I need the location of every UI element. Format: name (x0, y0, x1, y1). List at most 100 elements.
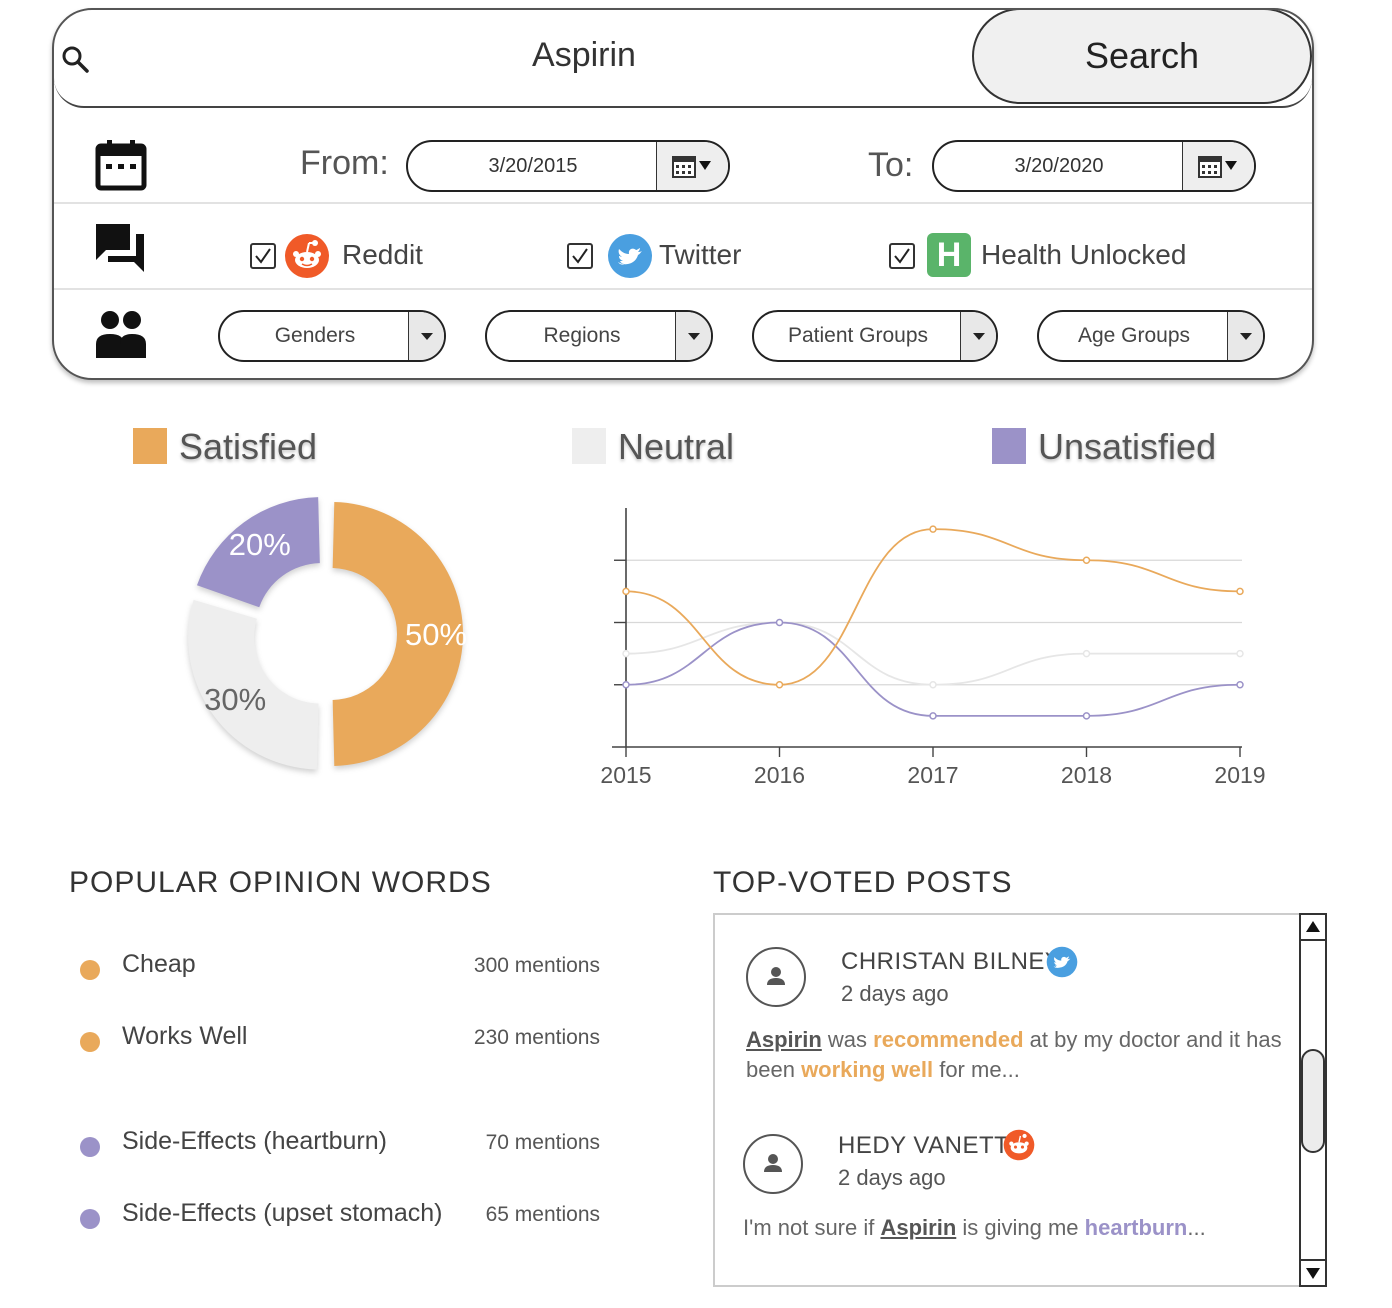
from-date-field[interactable]: 3/20/2015 (406, 140, 730, 192)
opinion-word-item[interactable]: Cheap 300 mentions (80, 950, 600, 984)
sentiment-dot (80, 1137, 100, 1157)
to-date-value[interactable]: 3/20/2020 (934, 142, 1184, 190)
post-timestamp: 2 days ago (838, 1165, 946, 1190)
data-point-unsatisfied[interactable] (1082, 712, 1091, 720)
sentiment-trend-line-chart: 2015 2016 2017 2018 2019 (600, 508, 1266, 788)
legend-swatch (992, 428, 1026, 464)
to-date-field[interactable]: 3/20/2020 (932, 140, 1256, 192)
donut-value-label: 30% (204, 682, 266, 717)
health-unlocked-checkbox[interactable] (889, 243, 915, 269)
post-text: I'm not sure if (743, 1215, 881, 1240)
sentiment-donut-chart: 50% 30% 20% (188, 497, 467, 770)
health-unlocked-icon: H (927, 233, 971, 277)
opinion-word-item[interactable]: Side-Effects (heartburn) 70 mentions (80, 1127, 600, 1161)
data-point-neutral[interactable] (1082, 649, 1091, 658)
donut-value-label: 20% (229, 527, 291, 562)
regions-dropdown[interactable]: Regions (485, 310, 713, 362)
data-point-satisfied[interactable] (929, 525, 937, 533)
opinion-word-item[interactable]: Side-Effects (upset stomach) 65 mentions (80, 1199, 600, 1233)
checkmark-icon (894, 248, 910, 264)
legend-swatch (572, 428, 606, 464)
post-timestamp: 2 days ago (841, 981, 949, 1006)
calendar-icon (95, 140, 147, 191)
post-text: is giving me (956, 1215, 1085, 1240)
to-label: To: (868, 146, 914, 184)
scroll-thumb[interactable] (1301, 1049, 1325, 1153)
reddit-icon (1003, 1129, 1035, 1161)
data-point-unsatisfied[interactable] (775, 618, 784, 627)
from-date-picker-button[interactable] (656, 142, 728, 190)
post-body[interactable]: Aspirin was recommended at by my doctor … (746, 1025, 1286, 1085)
sentiment-dot (80, 1209, 100, 1229)
caret-down-icon (973, 333, 985, 340)
post-text: was (821, 1027, 874, 1052)
x-tick-label: 2016 (754, 762, 805, 788)
genders-dropdown-button[interactable] (408, 312, 444, 360)
data-point-unsatisfied[interactable] (622, 681, 630, 689)
from-label: From: (300, 144, 389, 182)
health-unlocked-label: Health Unlocked (981, 239, 1187, 270)
scroll-up-icon[interactable] (1301, 915, 1325, 941)
age-groups-dropdown-label[interactable]: Age Groups (1039, 312, 1229, 360)
data-point-unsatisfied[interactable] (929, 712, 937, 720)
reddit-icon (285, 234, 329, 278)
opinion-words-title: POPULAR OPINION WORDS (69, 866, 492, 899)
genders-dropdown-label[interactable]: Genders (220, 312, 410, 360)
series-line-neutral (625, 621, 1240, 686)
keyword-drug[interactable]: Aspirin (746, 1027, 822, 1052)
legend-swatch (133, 428, 167, 464)
mention-count: 230 mentions (473, 1026, 600, 1049)
data-point-neutral[interactable] (929, 681, 937, 689)
data-point-satisfied[interactable] (1236, 587, 1244, 596)
data-point-neutral[interactable] (1236, 649, 1244, 658)
keyword-neg: heartburn (1084, 1215, 1188, 1240)
posts-scrollbar[interactable] (1299, 913, 1327, 1287)
regions-dropdown-button[interactable] (675, 312, 711, 360)
patient-groups-dropdown[interactable]: Patient Groups (752, 310, 998, 362)
forum-icon (96, 224, 144, 272)
scroll-down-icon[interactable] (1301, 1259, 1325, 1285)
opinion-word: Cheap (122, 950, 196, 978)
regions-dropdown-label[interactable]: Regions (487, 312, 677, 360)
checkmark-icon (255, 248, 271, 264)
data-point-unsatisfied[interactable] (1236, 681, 1244, 689)
avatar[interactable] (746, 947, 806, 1007)
data-point-satisfied[interactable] (622, 587, 630, 596)
user-icon (764, 1154, 782, 1172)
checkmark-icon (572, 248, 588, 264)
row-divider (54, 288, 1312, 290)
search-input[interactable]: Aspirin (354, 36, 814, 75)
reddit-label: Reddit (342, 239, 423, 270)
search-button[interactable]: Search (972, 10, 1312, 104)
age-groups-dropdown-button[interactable] (1227, 312, 1263, 360)
opinion-word: Side-Effects (heartburn) (122, 1127, 387, 1155)
opinion-word-item[interactable]: Works Well 230 mentions (80, 1022, 600, 1056)
avatar[interactable] (743, 1134, 803, 1194)
search-icon[interactable] (60, 44, 90, 74)
keyword-drug[interactable]: Aspirin (880, 1215, 956, 1240)
genders-dropdown[interactable]: Genders (218, 310, 446, 362)
x-tick-label: 2019 (1214, 762, 1265, 788)
data-point-satisfied[interactable] (775, 681, 784, 689)
donut-value-label: 50% (405, 617, 467, 652)
post-author[interactable]: HEDY VANETTI (838, 1132, 1016, 1160)
data-point-satisfied[interactable] (1082, 556, 1091, 564)
twitter-icon (1046, 946, 1078, 978)
from-date-value[interactable]: 3/20/2015 (408, 142, 658, 190)
x-tick-label: 2018 (1061, 762, 1112, 788)
sentiment-dot (80, 960, 100, 980)
patient-groups-dropdown-button[interactable] (960, 312, 996, 360)
patient-groups-dropdown-label[interactable]: Patient Groups (754, 312, 962, 360)
to-date-picker-button[interactable] (1182, 142, 1254, 190)
post-author[interactable]: CHRISTAN BILNEY (841, 948, 1061, 976)
twitter-label: Twitter (659, 239, 742, 270)
age-groups-dropdown[interactable]: Age Groups (1037, 310, 1265, 362)
data-point-neutral[interactable] (622, 649, 630, 658)
twitter-icon (608, 234, 652, 278)
post-body[interactable]: I'm not sure if Aspirin is giving me hea… (743, 1213, 1283, 1243)
user-icon (767, 967, 785, 985)
reddit-checkbox[interactable] (250, 243, 276, 269)
post-text: for me... (933, 1057, 1020, 1082)
twitter-checkbox[interactable] (567, 243, 593, 269)
mention-count: 70 mentions (485, 1131, 600, 1154)
